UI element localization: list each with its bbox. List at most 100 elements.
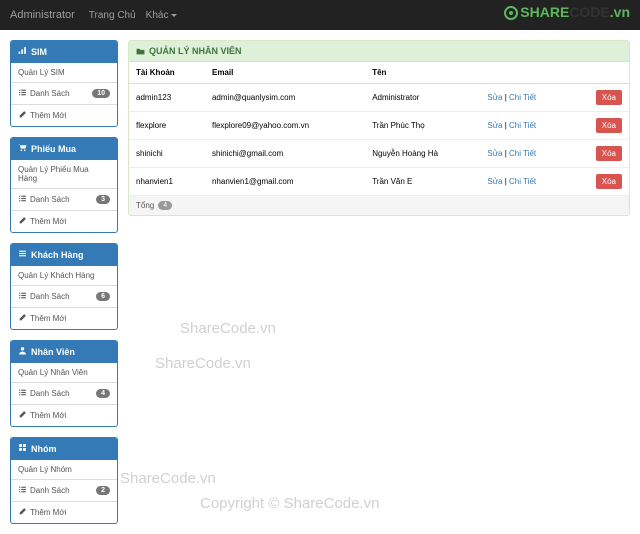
sidebar: SIMQuản Lý SIMDanh Sách10Thêm MớiPhiếu M… <box>10 40 118 524</box>
sidebar-item[interactable]: Danh Sách 6 <box>11 285 117 307</box>
edit-link[interactable]: Sửa <box>487 177 502 186</box>
sidebar-item[interactable]: Thêm Mới <box>11 307 117 329</box>
panel-heading[interactable]: Nhân Viên <box>11 341 117 363</box>
sidebar-item-label: Thêm Mới <box>30 314 66 323</box>
delete-button[interactable]: Xóa <box>596 90 622 105</box>
cell-email: nhanvien1@gmail.com <box>205 168 365 196</box>
panel-heading[interactable]: Nhóm <box>11 438 117 460</box>
detail-link[interactable]: Chi Tiết <box>509 177 536 186</box>
sidebar-item[interactable]: Danh Sách 2 <box>11 479 117 501</box>
sidebar-item-label: Thêm Mới <box>30 111 66 120</box>
main-panel-heading: QUẢN LÝ NHÂN VIÊN <box>129 41 629 62</box>
pencil-icon <box>18 313 27 324</box>
count-badge: 3 <box>96 195 110 204</box>
navbar-brand[interactable]: Administrator <box>10 9 75 21</box>
pencil-icon <box>18 507 27 518</box>
signal-icon <box>18 46 27 57</box>
cell-name: Administrator <box>365 84 480 112</box>
table-row: flexploreflexplore09@yahoo.com.vnTrần Ph… <box>129 112 629 140</box>
cell-email: flexplore09@yahoo.com.vn <box>205 112 365 140</box>
logo: SHARECODE.vn <box>504 4 630 20</box>
pencil-icon <box>18 216 27 227</box>
sidebar-item[interactable]: Quản Lý Khách Hàng <box>11 266 117 285</box>
cell-account: admin123 <box>129 84 205 112</box>
panel-heading[interactable]: Phiếu Mua <box>11 138 117 160</box>
delete-button[interactable]: Xóa <box>596 174 622 189</box>
sidebar-item-label: Danh Sách <box>30 389 70 398</box>
sidebar-item-label: Thêm Mới <box>30 411 66 420</box>
pencil-icon <box>18 110 27 121</box>
sidebar-item[interactable]: Quản Lý Nhóm <box>11 460 117 479</box>
cell-account: nhanvien1 <box>129 168 205 196</box>
detail-link[interactable]: Chi Tiết <box>509 149 536 158</box>
detail-link[interactable]: Chi Tiết <box>509 121 536 130</box>
count-badge: 4 <box>96 389 110 398</box>
column-header: Tài Khoản <box>129 62 205 84</box>
list-icon <box>18 388 27 399</box>
panel-footer: Tổng 4 <box>129 196 629 215</box>
sidebar-item-label: Thêm Mới <box>30 217 66 226</box>
sidebar-item-label: Danh Sách <box>30 89 70 98</box>
sidebar-item[interactable]: Thêm Mới <box>11 404 117 426</box>
sidebar-item-label: Quản Lý Phiếu Mua Hàng <box>18 165 110 183</box>
sidebar-item[interactable]: Quản Lý Phiếu Mua Hàng <box>11 160 117 188</box>
edit-link[interactable]: Sửa <box>487 149 502 158</box>
cell-email: shinichi@gmail.com <box>205 140 365 168</box>
cell-name: Trần Văn E <box>365 168 480 196</box>
list-icon <box>18 485 27 496</box>
column-header <box>480 62 571 84</box>
sidebar-item[interactable]: Thêm Mới <box>11 210 117 232</box>
count-badge: 10 <box>92 89 110 98</box>
sidebar-panel: Khách Hàng Quản Lý Khách Hàng Danh Sách 6 Th… <box>10 243 118 330</box>
list-icon <box>18 291 27 302</box>
list-icon <box>18 88 27 99</box>
cell-name: Trần Phúc Thọ <box>365 112 480 140</box>
count-badge: 6 <box>96 292 110 301</box>
sidebar-panel: Nhân ViênQuản Lý Nhân Viên Danh Sách 4 Thêm… <box>10 340 118 427</box>
logo-circle-icon <box>504 6 518 20</box>
sidebar-item-label: Quản Lý Nhóm <box>18 465 72 474</box>
sidebar-panel: Nhóm Quản Lý Nhóm Danh Sách 2 Thêm Mới <box>10 437 118 524</box>
caret-down-icon <box>171 14 177 17</box>
sidebar-item[interactable]: Thêm Mới <box>11 501 117 523</box>
sidebar-item-label: Danh Sách <box>30 292 70 301</box>
cell-account: shinichi <box>129 140 205 168</box>
sidebar-item-label: Thêm Mới <box>30 508 66 517</box>
sidebar-item[interactable]: Quản Lý Nhân Viên <box>11 363 117 382</box>
edit-link[interactable]: Sửa <box>487 93 502 102</box>
main-panel: QUẢN LÝ NHÂN VIÊN Tài KhoảnEmailTên admi… <box>128 40 630 216</box>
sidebar-item-label: Danh Sách <box>30 195 70 204</box>
column-header: Email <box>205 62 365 84</box>
delete-button[interactable]: Xóa <box>596 146 622 161</box>
sidebar-item-label: Quản Lý Khách Hàng <box>18 271 95 280</box>
panel-heading[interactable]: SIM <box>11 41 117 63</box>
delete-button[interactable]: Xóa <box>596 118 622 133</box>
column-header: Tên <box>365 62 480 84</box>
sidebar-item[interactable]: Danh Sách 4 <box>11 382 117 404</box>
grid-icon <box>18 443 27 454</box>
nav-link-other[interactable]: Khác <box>146 10 178 21</box>
detail-link[interactable]: Chi Tiết <box>509 93 536 102</box>
sidebar-item-label: Quản Lý SIM <box>18 68 65 77</box>
table-row: nhanvien1nhanvien1@gmail.comTrần Văn E Sử… <box>129 168 629 196</box>
sidebar-panel: SIM Quản Lý SIM Danh Sách 10 Thêm Mới <box>10 40 118 127</box>
table-row: admin123admin@quanlysim.comAdministrator… <box>129 84 629 112</box>
cell-account: flexplore <box>129 112 205 140</box>
sidebar-panel: Phiếu Mua Quản Lý Phiếu Mua Hàng Danh Sách… <box>10 137 118 233</box>
sidebar-item[interactable]: Danh Sách 10 <box>11 82 117 104</box>
list-icon <box>18 194 27 205</box>
column-header <box>571 62 629 84</box>
sidebar-item[interactable]: Thêm Mới <box>11 104 117 126</box>
panel-heading[interactable]: Khách Hàng <box>11 244 117 266</box>
user-icon <box>18 346 27 357</box>
sidebar-item[interactable]: Quản Lý SIM <box>11 63 117 82</box>
edit-link[interactable]: Sửa <box>487 121 502 130</box>
count-badge: 2 <box>96 486 110 495</box>
sidebar-item-label: Danh Sách <box>30 486 70 495</box>
hamburger-icon <box>18 249 27 260</box>
nav-link-home[interactable]: Trang Chủ <box>89 10 136 21</box>
sidebar-item[interactable]: Danh Sách 3 <box>11 188 117 210</box>
cell-email: admin@quanlysim.com <box>205 84 365 112</box>
pencil-icon <box>18 410 27 421</box>
cell-name: Nguyễn Hoàng Hà <box>365 140 480 168</box>
